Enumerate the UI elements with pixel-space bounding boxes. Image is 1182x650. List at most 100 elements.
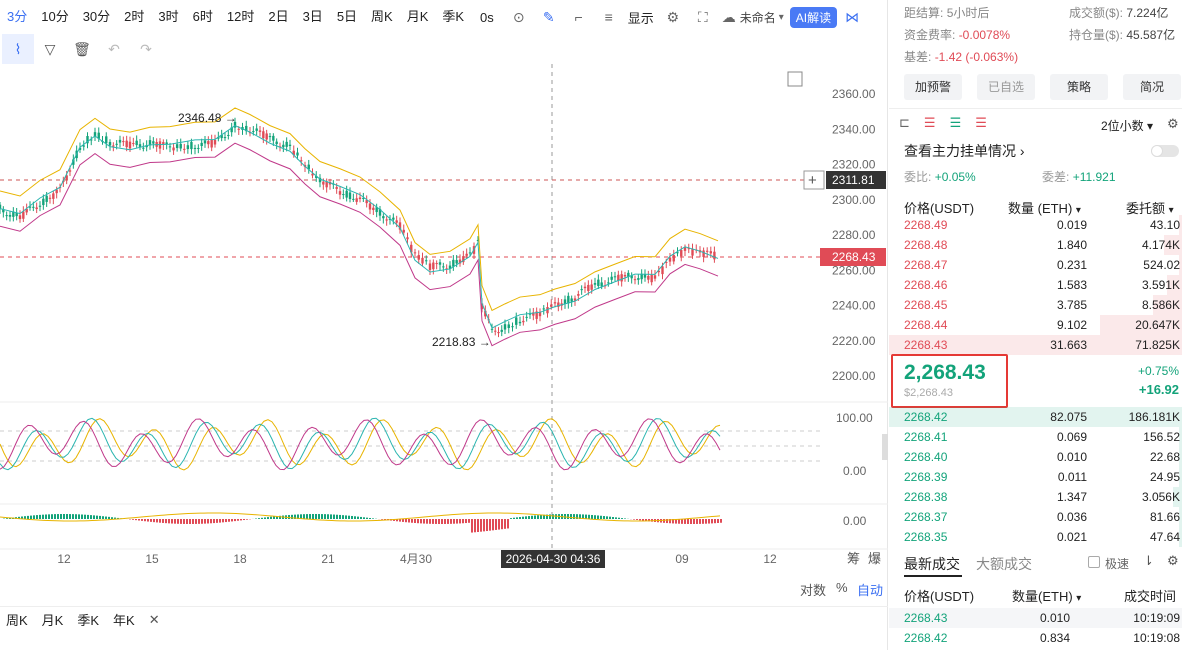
candle-body <box>385 219 388 221</box>
timeframe-7[interactable]: 2日 <box>261 0 295 34</box>
axis-option-2[interactable]: 自动 <box>857 580 883 599</box>
macd-bar <box>357 516 359 519</box>
bid-row[interactable]: 2268.38 1.347 3.056K <box>889 487 1182 507</box>
timeframe-8[interactable]: 3日 <box>296 0 330 34</box>
trades-col-price: 价格(USDT) <box>904 589 975 604</box>
undo-icon[interactable]: ↶ <box>98 34 130 64</box>
main-orders-link[interactable]: 查看主力挂单情况 › <box>904 141 1025 161</box>
timeframe-1[interactable]: 10分 <box>34 0 75 34</box>
price-chart[interactable]: 2360.002340.002320.002300.002280.002260.… <box>0 64 888 572</box>
total-cell: 3.591K <box>1141 278 1180 292</box>
macd-bar <box>159 519 161 523</box>
axis-option-0[interactable]: 对数 <box>800 580 826 599</box>
ask-row[interactable]: 2268.43 31.663 71.825K <box>889 335 1182 355</box>
tab-latest-trades[interactable]: 最新成交 <box>904 554 960 574</box>
bid-row[interactable]: 2268.35 0.021 47.64 <box>889 527 1182 547</box>
last-price-usd: $2,268.43 <box>904 387 953 399</box>
draw-tool-icon[interactable]: ⌇ <box>2 34 34 64</box>
fast-checkbox[interactable] <box>1088 556 1100 568</box>
bid-row[interactable]: 2268.41 0.069 156.52 <box>889 427 1182 447</box>
axis-option-1[interactable]: % <box>836 580 848 595</box>
timeframe-6[interactable]: 12时 <box>220 0 261 34</box>
period-2[interactable]: 季K <box>77 610 99 629</box>
overview-button[interactable]: 简况 <box>1123 74 1181 100</box>
indicator-icon[interactable]: ≡ <box>594 0 624 34</box>
candle-body <box>515 317 518 325</box>
add-alert-button[interactable]: 加预警 <box>904 74 962 100</box>
trades-col-qty[interactable]: 数量(ETH) ▾ <box>1012 586 1081 605</box>
liquidation-label[interactable]: 爆 <box>868 551 881 566</box>
filter-icon[interactable]: ▽ <box>34 34 66 64</box>
timeframe-11[interactable]: 月K <box>400 0 436 34</box>
timeframe-0[interactable]: 3分 <box>0 0 34 34</box>
settings-icon[interactable]: ⚙ <box>658 0 688 34</box>
tab-large-trades[interactable]: 大额成交 <box>976 554 1032 574</box>
share-icon[interactable]: ⋈ <box>837 0 867 34</box>
book-mixed-icon[interactable]: ☰ <box>924 115 936 131</box>
close-icon[interactable]: ✕ <box>149 612 160 628</box>
ask-row[interactable]: 2268.47 0.231 524.02 <box>889 255 1182 275</box>
expand-icon[interactable] <box>787 71 803 87</box>
timeframe-5[interactable]: 6时 <box>186 0 220 34</box>
layout-select[interactable]: 未命名 <box>740 9 776 26</box>
trade-settings-icon[interactable]: ⚙ <box>1167 553 1179 569</box>
timeframe-3[interactable]: 2时 <box>117 0 151 34</box>
timeframe-12[interactable]: 季K <box>435 0 471 34</box>
trade-filter-icon[interactable]: ⇂ <box>1143 553 1154 569</box>
macd-bar <box>693 519 695 524</box>
book-asks-icon[interactable]: ☰ <box>975 115 987 131</box>
timeframe-9[interactable]: 5日 <box>330 0 364 34</box>
ask-row[interactable]: 2268.45 3.785 8.586K <box>889 295 1182 315</box>
ai-analysis-button[interactable]: AI解读 <box>789 6 838 28</box>
trade-row: 2268.42 0.834 10:19:08 <box>889 628 1182 648</box>
macd-bar <box>507 519 509 529</box>
candle-body <box>152 141 155 144</box>
main-orders-toggle[interactable] <box>1151 145 1179 157</box>
collapse-handle[interactable] <box>882 434 888 460</box>
trash-icon[interactable]: 🗑 <box>66 34 98 64</box>
book-settings-icon[interactable]: ⚙ <box>1167 116 1179 132</box>
macd-bar <box>531 515 533 519</box>
timeframe-10[interactable]: 周K <box>364 0 400 34</box>
bid-row[interactable]: 2268.39 0.011 24.95 <box>889 467 1182 487</box>
macd-bar <box>594 515 596 519</box>
camera-icon[interactable]: ⊙ <box>504 0 534 34</box>
strategy-button[interactable]: 策略 <box>1050 74 1108 100</box>
display-button[interactable]: 显示 <box>628 8 654 27</box>
book-both-icon[interactable]: ⊏ <box>899 115 910 131</box>
macd-bar <box>705 519 707 524</box>
settle-label: 距结算: <box>904 6 944 20</box>
crop-icon[interactable]: ⌐ <box>564 0 594 34</box>
chevron-down-icon[interactable]: ▾ <box>779 12 784 23</box>
period-1[interactable]: 月K <box>42 610 64 629</box>
period-3[interactable]: 年K <box>113 610 135 629</box>
ask-row[interactable]: 2268.46 1.583 3.591K <box>889 275 1182 295</box>
fullscreen-icon[interactable]: ⛶ <box>688 0 718 34</box>
period-0[interactable]: 周K <box>6 610 28 629</box>
ask-row[interactable]: 2268.48 1.840 4.174K <box>889 235 1182 255</box>
macd-bar <box>468 519 470 523</box>
pen-icon[interactable]: ✎ <box>534 0 564 34</box>
book-bids-icon[interactable]: ☰ <box>950 115 962 131</box>
timeframe-2[interactable]: 30分 <box>76 0 117 34</box>
ask-row[interactable]: 2268.44 9.102 20.647K <box>889 315 1182 335</box>
chart-panel[interactable]: 3分 10分 30分 2时 3时 6时 12时 2日 3日 5日 周K 月K 季K 0s ⊙ ✎ ⌐ ≡… <box>0 0 888 650</box>
macd-bar <box>345 515 347 519</box>
macd-bar <box>102 516 104 519</box>
bid-row[interactable]: 2268.40 0.010 22.68 <box>889 447 1182 467</box>
qty-cell: 0.021 <box>1056 530 1087 544</box>
qty-cell: 0.010 <box>1056 450 1087 464</box>
total-cell: 3.056K <box>1141 490 1180 504</box>
precision-select[interactable]: 2位小数 ▾ <box>1101 117 1153 134</box>
macd-bar <box>528 516 530 519</box>
chip-label[interactable]: 筹 <box>847 551 860 566</box>
ask-row[interactable]: 2268.49 0.019 43.10 <box>889 215 1182 235</box>
redo-icon[interactable]: ↷ <box>130 34 162 64</box>
favorited-button[interactable]: 已自选 <box>977 74 1035 100</box>
bid-row[interactable]: 2268.42 82.075 186.181K <box>889 407 1182 427</box>
candle-body <box>186 145 190 150</box>
fast-label: 极速 <box>1105 557 1130 571</box>
timeframe-4[interactable]: 3时 <box>151 0 185 34</box>
bid-row[interactable]: 2268.37 0.036 81.66 <box>889 507 1182 527</box>
last-price: 2,268.43 <box>904 361 986 384</box>
